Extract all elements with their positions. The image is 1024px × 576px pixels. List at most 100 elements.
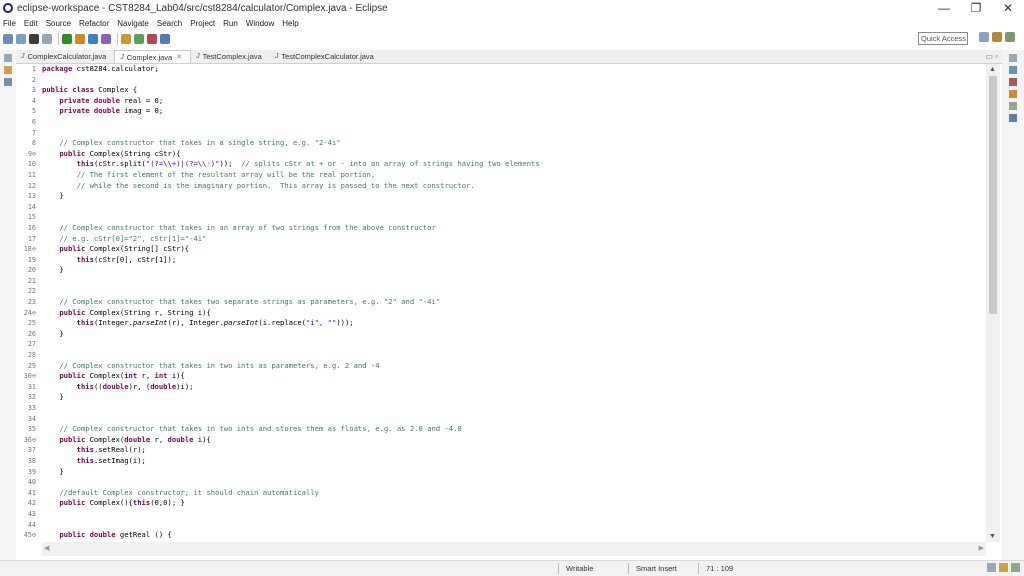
code-line: private double imag = 0; [42,106,982,117]
debug-icon[interactable] [62,34,72,44]
line-number: 27 [16,339,40,350]
code-line: public Complex(){this(0,0); } [42,498,982,509]
save-icon[interactable] [16,34,26,44]
code-token: (cStr.split( [94,159,146,168]
run-icon[interactable] [75,34,85,44]
code-line: public Complex(double r, double i){ [42,435,982,446]
code-token: r, [150,435,167,444]
insert-mode-status[interactable]: Smart Insert [636,564,677,573]
vertical-scroll-thumb[interactable] [989,76,997,314]
javadoc-icon[interactable] [1009,102,1017,110]
save-all-icon[interactable] [29,34,39,44]
code-editor[interactable]: 123456789⊖101112131415161718⊖19202122232… [16,64,1001,559]
vertical-scrollbar[interactable]: ▲ ▼ [986,64,1000,542]
menu-project[interactable]: Project [190,19,215,28]
tasks-icon[interactable] [999,563,1008,572]
line-number: 10 [16,159,40,170]
menu-refactor[interactable]: Refactor [79,19,109,28]
code-text-area[interactable]: package cst8284.calculator; public class… [42,64,982,542]
code-line: } [42,191,982,202]
progress-icon[interactable] [987,563,996,572]
tab-complex[interactable]: J Complex.java ✕ [114,50,191,63]
outline-icon[interactable] [1009,78,1017,86]
java-perspective-icon[interactable] [992,32,1002,42]
line-number: 8 [16,138,40,149]
code-token [42,424,59,433]
code-token: "(?=\\+)|(?=\\-)" [146,159,220,168]
back-icon[interactable] [147,34,157,44]
code-token: public [59,308,85,317]
open-perspective-icon[interactable] [979,32,989,42]
minimize-maximize-editor-icon[interactable]: ▭ ▫ [985,52,998,61]
menu-edit[interactable]: Edit [24,19,38,28]
line-number: 33 [16,403,40,414]
code-token: Complex(String r, String i){ [85,308,211,317]
scroll-right-icon[interactable]: ▶ [979,544,984,552]
close-window-button[interactable]: ✕ [992,0,1024,16]
tab-label: TestComplexCalculator.java [281,52,374,61]
menu-window[interactable]: Window [246,19,274,28]
type-hierarchy-icon[interactable] [4,78,12,86]
code-token: .setReal(r); [94,445,146,454]
code-token: "i", "" [306,318,336,327]
search-icon[interactable] [134,34,144,44]
code-token: (( [94,382,103,391]
code-token: Complex( [85,371,124,380]
code-line: } [42,329,982,340]
code-token: public class [42,85,94,94]
code-token: // Complex constructor that takes two se… [59,297,440,306]
horizontal-scrollbar[interactable]: ◀ ▶ [42,542,986,556]
code-token [42,191,59,200]
code-token: (cStr[0], cStr[1]); [94,255,176,264]
code-line: // Complex constructor that takes in two… [42,424,982,435]
line-number: 13 [16,191,40,202]
tab-complexcalculator[interactable]: J ComplexCalculator.java [16,50,114,63]
new-java-class-icon[interactable] [101,34,111,44]
problems-icon[interactable] [1009,90,1017,98]
code-token: int [155,371,168,380]
minimize-button[interactable]: — [928,0,960,16]
menu-search[interactable]: Search [157,19,182,28]
console-icon[interactable] [1009,114,1017,122]
code-token: private double [59,96,120,105]
tab-testcomplexcalculator[interactable]: J TestComplexCalculator.java [270,50,382,63]
scroll-down-icon[interactable]: ▼ [989,533,996,540]
window-controls: — ❐ ✕ [928,0,1024,16]
package-explorer-icon[interactable] [4,66,12,74]
code-line [42,286,982,297]
close-tab-icon[interactable]: ✕ [176,53,182,61]
code-line: // Complex constructor that takes in an … [42,223,982,234]
external-tools-icon[interactable] [88,34,98,44]
task-list-icon[interactable] [1009,66,1017,74]
code-token [42,265,59,274]
code-token: // Complex constructor that takes in two… [59,361,379,370]
menu-source[interactable]: Source [46,19,71,28]
line-number: 16 [16,223,40,234]
scroll-up-icon[interactable]: ▲ [989,66,996,73]
code-token: int [124,371,137,380]
open-type-icon[interactable] [121,34,131,44]
scroll-left-icon[interactable]: ◀ [44,544,49,552]
code-token: this [77,445,94,454]
print-icon[interactable] [42,34,52,44]
code-line [42,520,982,531]
code-token: this [77,159,94,168]
code-token: package [42,64,72,73]
new-icon[interactable] [3,34,13,44]
code-token [42,498,59,507]
restore-icon[interactable] [1009,54,1017,62]
menu-file[interactable]: File [3,19,16,28]
notes-icon[interactable] [1011,563,1020,572]
menu-run[interactable]: Run [223,19,238,28]
maximize-button[interactable]: ❐ [960,0,992,16]
restore-icon[interactable] [4,54,12,62]
forward-icon[interactable] [160,34,170,44]
line-number: 28 [16,350,40,361]
tab-testcomplex[interactable]: J TestComplex.java [191,50,270,63]
menu-navigate[interactable]: Navigate [117,19,149,28]
quick-access-field[interactable]: Quick Access [918,32,968,45]
debug-perspective-icon[interactable] [1005,32,1015,42]
menu-help[interactable]: Help [282,19,298,28]
code-line: // Complex constructor that takes in a s… [42,138,982,149]
code-token [42,329,59,338]
